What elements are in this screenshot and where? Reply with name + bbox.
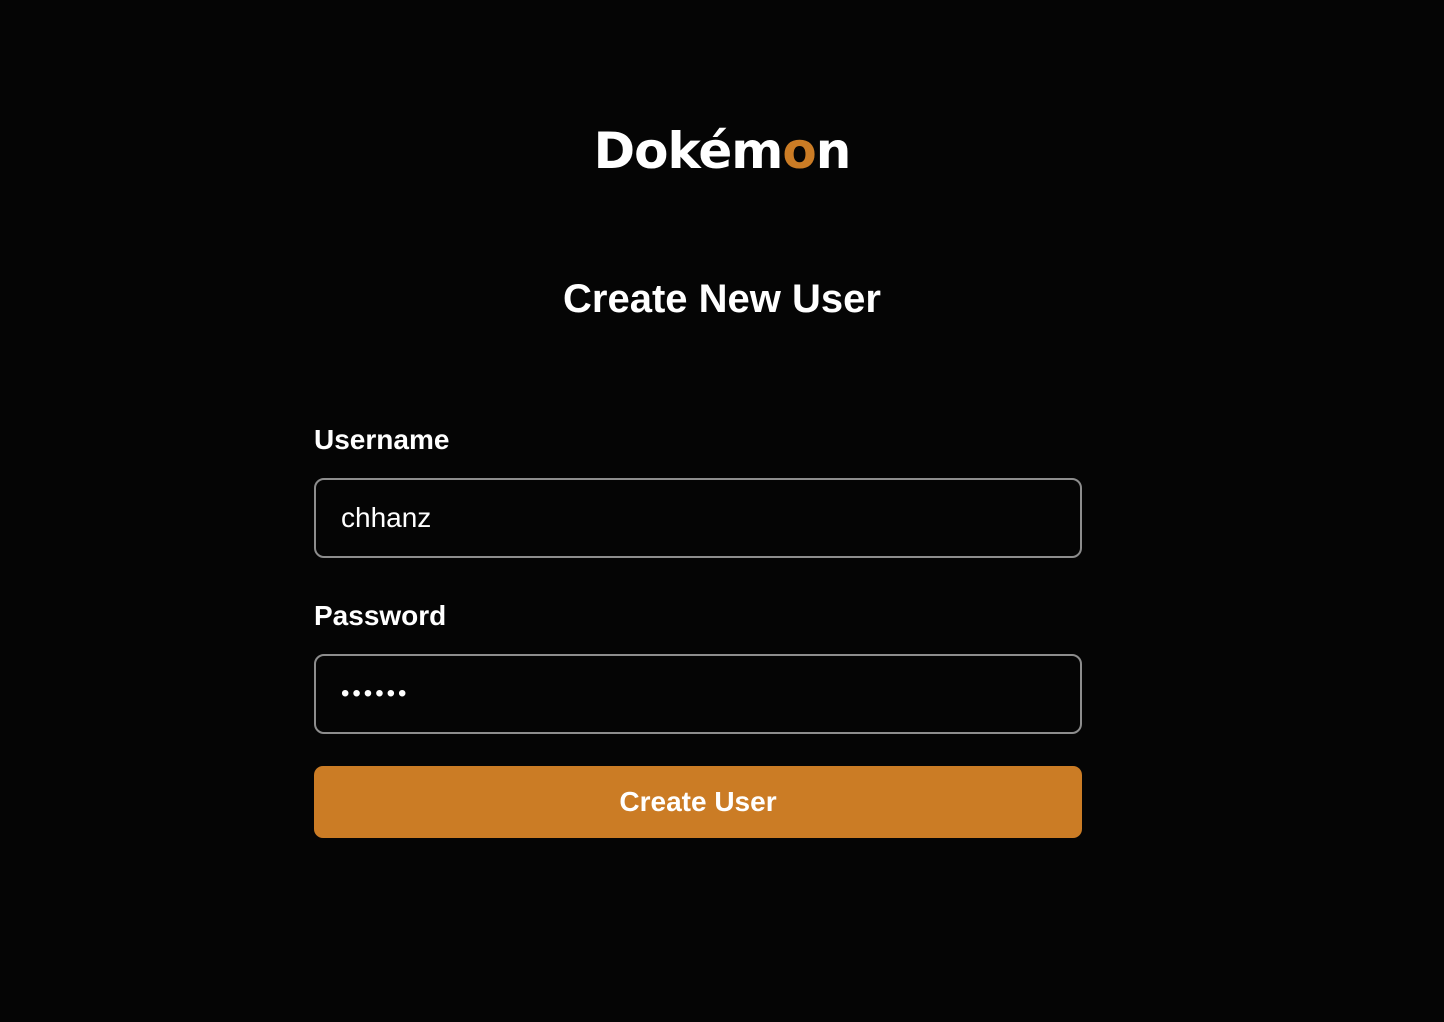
page-title: Create New User (563, 277, 881, 321)
password-field[interactable] (314, 654, 1082, 734)
logo-text-accent: o (782, 122, 816, 180)
username-label: Username (314, 424, 450, 455)
username-field[interactable] (314, 478, 1082, 558)
logo-text-suffix: n (815, 122, 852, 180)
create-user-button[interactable]: Create User (314, 766, 1082, 838)
dokemon-logo: Dokémon (0, 118, 1444, 184)
logo-text-prefix: Dokém (593, 122, 784, 180)
create-user-form: Username Password Create User (314, 420, 1082, 838)
create-user-page: Dokémon Create New User Username Passwor… (0, 0, 1444, 1022)
password-label: Password (314, 600, 447, 631)
